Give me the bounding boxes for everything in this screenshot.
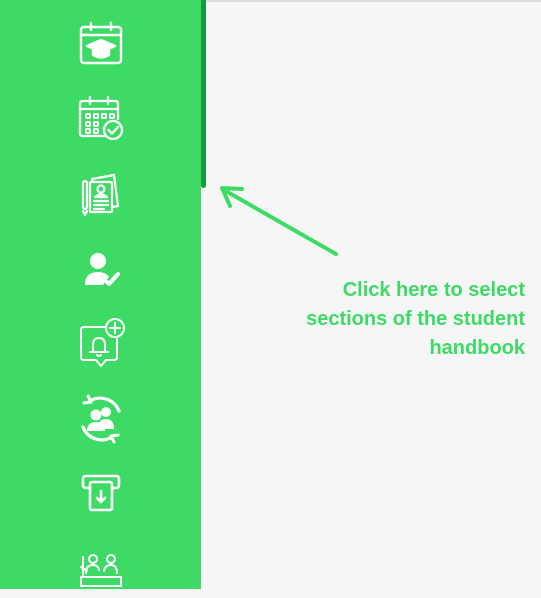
instruction-line: handbook [429, 337, 525, 359]
graduation-calendar-icon [79, 21, 123, 65]
user-sync-icon [81, 394, 121, 444]
group-meeting-icon [80, 554, 122, 587]
sidebar-item-download-card[interactable] [70, 464, 132, 522]
sidebar-item-documents[interactable] [70, 164, 132, 222]
calendar-check-icon [78, 95, 124, 141]
pointer-arrow-icon [220, 186, 338, 256]
sidebar-item-group-meeting[interactable] [70, 540, 132, 598]
documents-icon [81, 173, 120, 216]
sidebar-scrollbar-thumb[interactable] [201, 0, 206, 188]
sidebar-item-user-check[interactable] [70, 240, 132, 298]
sidebar [0, 0, 201, 589]
user-check-icon [85, 253, 120, 286]
sidebar-item-user-sync[interactable] [70, 390, 132, 448]
notification-add-icon [80, 318, 125, 367]
instruction-line: sections of the student [306, 308, 525, 330]
sidebar-item-graduation-calendar[interactable] [70, 14, 132, 72]
download-card-icon [81, 474, 121, 512]
sidebar-item-notification-add[interactable] [70, 314, 132, 372]
instruction-line: Click here to select [342, 279, 525, 301]
instruction-text: Click here to select sections of the stu… [225, 276, 525, 363]
sidebar-item-calendar-check[interactable] [70, 88, 132, 146]
